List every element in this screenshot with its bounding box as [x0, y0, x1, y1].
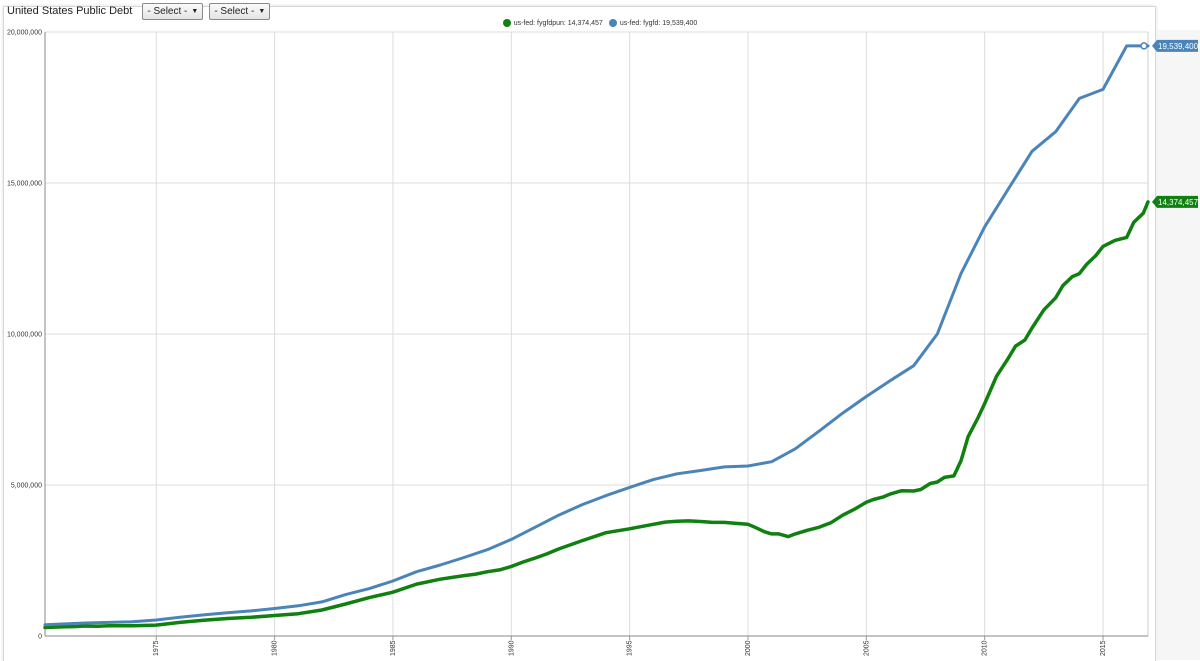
series-value-label-0: 14,374,457	[1158, 198, 1199, 207]
x-tick-label: 1975	[153, 640, 160, 656]
series-line-1	[43, 44, 1150, 627]
series-value-label-1: 19,539,400	[1158, 42, 1199, 51]
x-tick-label: 2000	[745, 640, 752, 656]
x-tick-label: 1985	[390, 640, 397, 656]
series-line-0	[43, 200, 1150, 630]
line-chart: 0 5,000,000 10,000,000 15,000,000 20,000,000…	[7, 30, 1199, 657]
x-tick-label: 2015	[1100, 640, 1107, 656]
y-tick-label: 5,000,000	[11, 483, 42, 490]
y-tick-label: 15,000,000	[7, 181, 42, 188]
x-tick-label: 1980	[272, 640, 279, 656]
x-tick-label: 2005	[863, 640, 870, 656]
y-tick-label: 0	[38, 634, 42, 641]
y-tick-label: 10,000,000	[7, 332, 42, 339]
x-tick-label: 2010	[982, 640, 989, 656]
x-tick-label: 1995	[627, 640, 634, 656]
series-end-marker-1	[1140, 42, 1148, 50]
y-tick-label: 20,000,000	[7, 30, 42, 37]
x-tick-label: 1990	[508, 640, 515, 656]
